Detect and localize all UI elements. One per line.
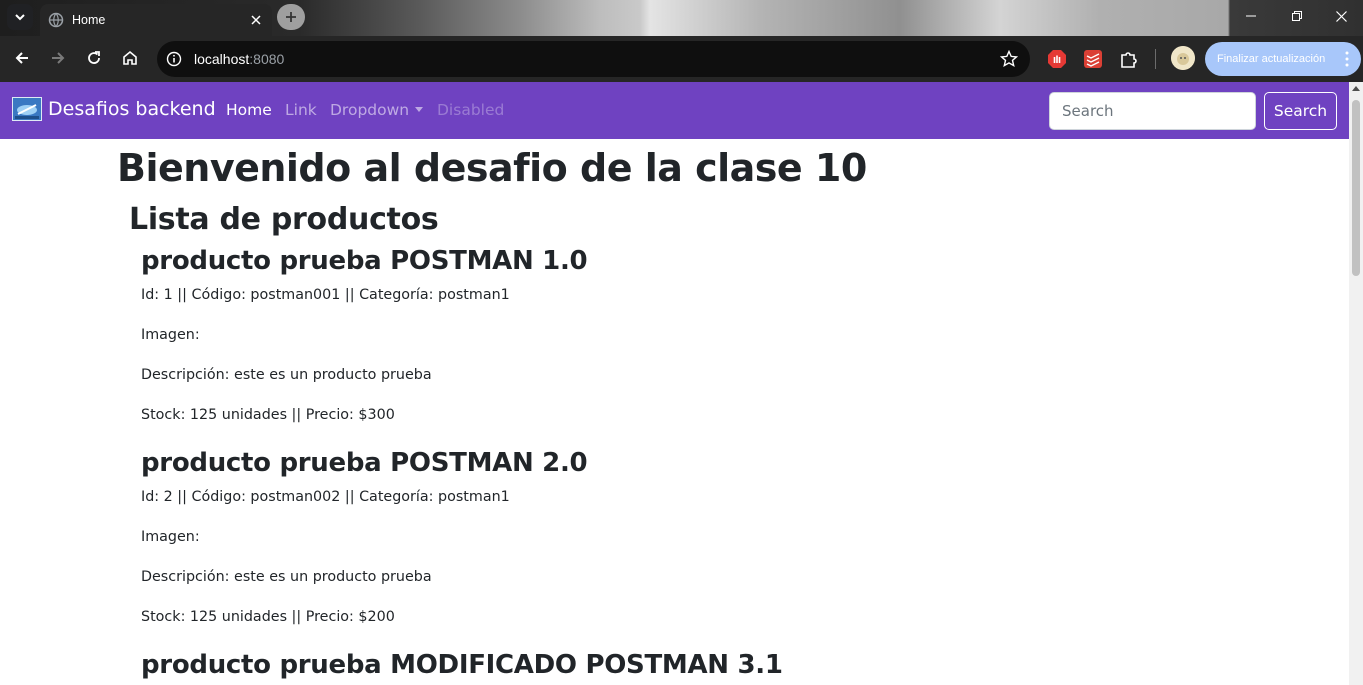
chevron-down-icon <box>15 14 25 21</box>
brand-text: Desafios backend <box>48 98 216 120</box>
product-meta: Id: 1 || Código: postman001 || Categoría… <box>141 287 510 303</box>
reload-button[interactable] <box>80 44 108 72</box>
url-port: :8080 <box>249 51 285 67</box>
product-image-label: Imagen: <box>141 529 200 545</box>
profile-avatar[interactable] <box>1171 46 1195 70</box>
product-name: producto prueba POSTMAN 1.0 <box>141 246 588 276</box>
nav-dropdown-label: Dropdown <box>330 101 410 119</box>
product-description: Descripción: este es un producto prueba <box>141 569 432 585</box>
reload-icon <box>88 51 100 64</box>
update-button[interactable]: Finalizar actualización <box>1205 42 1361 76</box>
nav-link-home[interactable]: Home <box>226 101 272 119</box>
product-list-heading: Lista de productos <box>129 202 439 237</box>
plus-icon <box>286 12 296 22</box>
close-icon[interactable] <box>248 12 264 28</box>
page-title: Bienvenido al desafio de la clase 10 <box>117 146 867 190</box>
minimize-button[interactable] <box>1228 0 1274 32</box>
toolbar-separator <box>1155 49 1156 69</box>
product-item: producto prueba MODIFICADO POSTMAN 3.1 <box>141 650 1041 684</box>
search-input[interactable] <box>1049 92 1256 130</box>
tab-strip: Home <box>0 0 1363 36</box>
restore-icon <box>1292 11 1302 21</box>
star-icon[interactable] <box>1000 50 1018 68</box>
nav-link-disabled: Disabled <box>437 101 505 119</box>
caret-down-icon <box>415 107 424 112</box>
globe-icon <box>48 12 64 28</box>
minimize-icon <box>1246 15 1256 17</box>
product-stock-price: Stock: 125 unidades || Precio: $200 <box>141 609 395 625</box>
brand-logo-icon <box>12 97 42 121</box>
back-button[interactable] <box>8 44 36 72</box>
home-button[interactable] <box>116 44 144 72</box>
nav-dropdown[interactable]: Dropdown <box>330 101 424 119</box>
home-icon <box>123 50 137 65</box>
product-name: producto prueba POSTMAN 2.0 <box>141 448 588 478</box>
page-scrollbar[interactable] <box>1349 82 1363 685</box>
url-text: localhost:8080 <box>194 51 284 67</box>
product-item: producto prueba POSTMAN 1.0 Id: 1 || Cód… <box>141 246 1041 445</box>
update-button-label: Finalizar actualización <box>1217 53 1326 65</box>
page-viewport: Desafios backend Home Link Dropdown Disa… <box>0 82 1349 685</box>
scroll-up-arrow-icon[interactable] <box>1352 86 1360 91</box>
tab-home[interactable]: Home <box>40 4 272 36</box>
navbar: Desafios backend Home Link Dropdown Disa… <box>0 82 1349 139</box>
close-icon <box>1335 10 1347 22</box>
new-tab-button[interactable] <box>277 4 305 30</box>
todoist-extension-icon[interactable] <box>1083 49 1103 69</box>
forward-button[interactable] <box>44 44 72 72</box>
product-item: producto prueba POSTMAN 2.0 Id: 2 || Cód… <box>141 448 1041 647</box>
extensions-puzzle-icon[interactable] <box>1119 49 1139 69</box>
info-icon[interactable] <box>166 51 182 67</box>
product-image-label: Imagen: <box>141 327 200 343</box>
product-name: producto prueba MODIFICADO POSTMAN 3.1 <box>141 650 783 680</box>
address-bar[interactable]: localhost:8080 <box>157 41 1030 77</box>
tab-search-button[interactable] <box>7 4 33 30</box>
adblock-extension-icon[interactable] <box>1047 49 1067 69</box>
product-description: Descripción: este es un producto prueba <box>141 367 432 383</box>
browser-toolbar: localhost:8080 Finalizar actualización <box>0 36 1363 82</box>
close-window-button[interactable] <box>1318 0 1363 32</box>
url-host: localhost <box>194 51 250 67</box>
product-meta: Id: 2 || Código: postman002 || Categoría… <box>141 489 510 505</box>
nav-link-link[interactable]: Link <box>285 101 317 119</box>
search-button[interactable]: Search <box>1264 92 1337 130</box>
tab-title: Home <box>72 13 106 27</box>
navbar-brand[interactable]: Desafios backend <box>12 97 216 121</box>
avatar-icon <box>1171 46 1195 70</box>
arrow-right-icon <box>52 52 65 64</box>
restore-button[interactable] <box>1274 0 1320 32</box>
more-vert-icon[interactable] <box>1345 51 1349 67</box>
arrow-left-icon <box>15 52 28 64</box>
scrollbar-thumb[interactable] <box>1352 100 1360 276</box>
product-stock-price: Stock: 125 unidades || Precio: $300 <box>141 407 395 423</box>
